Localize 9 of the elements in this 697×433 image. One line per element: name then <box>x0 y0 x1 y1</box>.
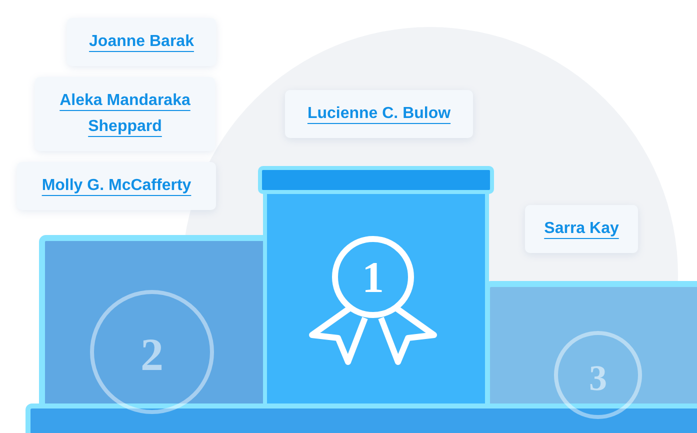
place-number: 2 <box>140 329 164 380</box>
medal-icon <box>309 236 437 365</box>
name-link[interactable]: Molly G. McCafferty <box>17 162 216 210</box>
name-link[interactable]: Lucienne C. Bulow <box>285 90 473 138</box>
name-link[interactable]: Joanne Barak <box>67 18 216 66</box>
place-number: 1 <box>362 253 384 302</box>
name-link[interactable]: Sarra Kay <box>525 205 638 253</box>
place-number: 3 <box>589 358 607 398</box>
name-link[interactable]: Aleka Mandaraka Sheppard <box>35 77 215 151</box>
